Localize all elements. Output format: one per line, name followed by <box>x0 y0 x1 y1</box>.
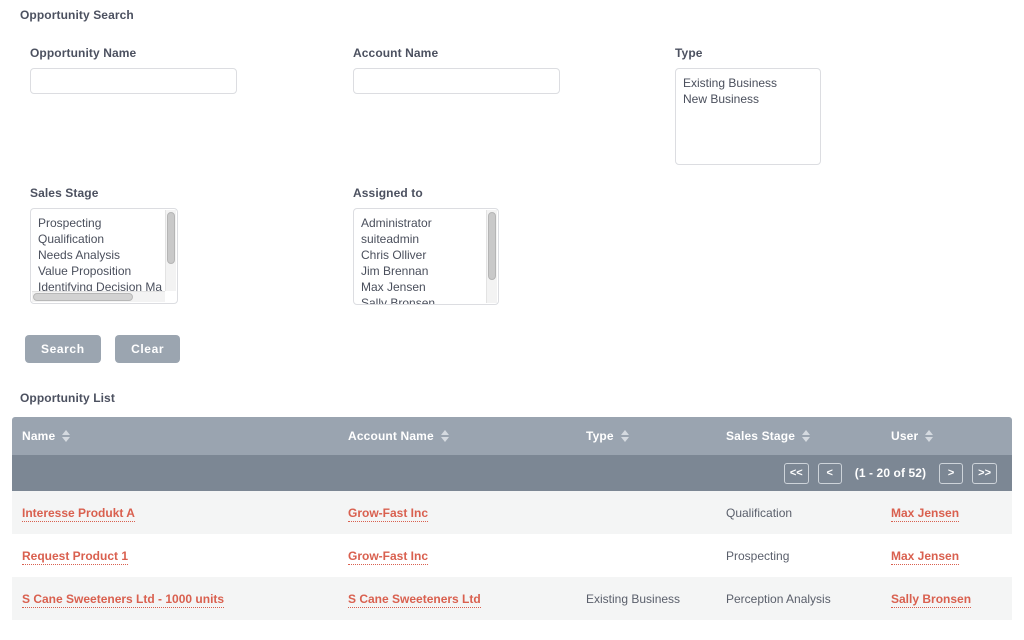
sort-updown-icon[interactable] <box>925 430 933 442</box>
type-label: Type <box>675 46 821 60</box>
field-opportunity-name: Opportunity Name <box>30 46 237 94</box>
opportunity-list-title: Opportunity List <box>20 391 115 405</box>
cell-user: Sally Bronsen <box>891 592 1001 606</box>
opportunity-name-link[interactable]: Interesse Produkt A <box>22 506 135 522</box>
cell-user: Max Jensen <box>891 549 1001 563</box>
assigned-to-option[interactable]: Administrator <box>361 215 486 231</box>
type-option[interactable]: Existing Business <box>683 75 820 91</box>
scrollbar-thumb[interactable] <box>488 212 496 280</box>
assigned-to-option[interactable]: Chris Olliver <box>361 247 486 263</box>
pagination-bar: << < (1 - 20 of 52) > >> <box>12 455 1012 491</box>
column-header-user[interactable]: User <box>891 429 1001 443</box>
assigned-to-vertical-scrollbar[interactable] <box>486 210 497 303</box>
sort-updown-icon[interactable] <box>802 430 810 442</box>
sales-stage-option[interactable]: Needs Analysis <box>38 247 165 263</box>
table-row[interactable]: Interesse Produkt A Grow-Fast Inc Qualif… <box>12 491 1012 534</box>
column-header-label: User <box>891 429 918 443</box>
sales-stage-vertical-scrollbar[interactable] <box>165 210 176 291</box>
search-form-actions: Search Clear <box>25 335 190 363</box>
sales-stage-option[interactable]: Prospecting <box>38 215 165 231</box>
account-name-link[interactable]: S Cane Sweeteners Ltd <box>348 592 481 608</box>
user-link[interactable]: Sally Bronsen <box>891 592 971 608</box>
cell-sales-stage: Prospecting <box>726 549 891 563</box>
cell-account-name: Grow-Fast Inc <box>348 549 586 563</box>
type-listbox[interactable]: Existing Business New Business <box>675 68 821 165</box>
cell-account-name: S Cane Sweeteners Ltd <box>348 592 586 606</box>
assigned-to-option[interactable]: suiteadmin <box>361 231 486 247</box>
last-page-button[interactable]: >> <box>972 463 997 484</box>
cell-name: S Cane Sweeteners Ltd - 1000 units <box>12 592 348 606</box>
user-link[interactable]: Max Jensen <box>891 506 959 522</box>
opportunity-list-table: Name Account Name Type Sales Stage User <box>12 417 1012 640</box>
type-option[interactable]: New Business <box>683 91 820 107</box>
column-header-label: Account Name <box>348 429 434 443</box>
assigned-to-option[interactable]: Sally Bronsen <box>361 295 486 304</box>
column-header-type[interactable]: Type <box>586 429 726 443</box>
column-header-label: Sales Stage <box>726 429 795 443</box>
column-header-account-name[interactable]: Account Name <box>348 429 586 443</box>
column-header-name[interactable]: Name <box>12 429 348 443</box>
cell-name: Request Product 1 <box>12 549 348 563</box>
account-name-label: Account Name <box>353 46 560 60</box>
sales-stage-option[interactable]: Value Proposition <box>38 263 165 279</box>
table-row[interactable]: S Cane Sweeteners Ltd - 1000 units S Can… <box>12 577 1012 620</box>
sales-stage-horizontal-scrollbar[interactable] <box>32 291 165 302</box>
cell-user: Max Jensen <box>891 506 1001 520</box>
cell-sales-stage: Qualification <box>726 506 891 520</box>
account-name-input[interactable] <box>353 68 560 94</box>
sort-updown-icon[interactable] <box>62 430 70 442</box>
table-row[interactable]: Request Product 1 Grow-Fast Inc Prospect… <box>12 534 1012 577</box>
opportunity-name-label: Opportunity Name <box>30 46 237 60</box>
field-type: Type Existing Business New Business <box>675 46 821 165</box>
cell-sales-stage: Perception Analysis <box>726 592 891 606</box>
column-header-sales-stage[interactable]: Sales Stage <box>726 429 891 443</box>
opportunity-name-input[interactable] <box>30 68 237 94</box>
cell-type: Existing Business <box>586 592 726 606</box>
field-sales-stage: Sales Stage Prospecting Qualification Ne… <box>30 186 178 304</box>
sales-stage-option[interactable]: Qualification <box>38 231 165 247</box>
assigned-to-label: Assigned to <box>353 186 499 200</box>
first-page-button[interactable]: << <box>784 463 809 484</box>
opportunity-name-link[interactable]: S Cane Sweeteners Ltd - 1000 units <box>22 592 224 608</box>
previous-page-button[interactable]: < <box>818 463 842 484</box>
assigned-to-listbox[interactable]: Administrator suiteadmin Chris Olliver J… <box>353 208 499 305</box>
account-name-link[interactable]: Grow-Fast Inc <box>348 506 428 522</box>
scrollbar-thumb[interactable] <box>167 212 175 264</box>
field-account-name: Account Name <box>353 46 560 94</box>
assigned-to-option[interactable]: Max Jensen <box>361 279 486 295</box>
account-name-link[interactable]: Grow-Fast Inc <box>348 549 428 565</box>
next-page-button[interactable]: > <box>939 463 963 484</box>
field-assigned-to: Assigned to Administrator suiteadmin Chr… <box>353 186 499 305</box>
clear-button[interactable]: Clear <box>115 335 180 363</box>
opportunity-name-link[interactable]: Request Product 1 <box>22 549 128 565</box>
user-link[interactable]: Max Jensen <box>891 549 959 565</box>
assigned-to-option[interactable]: Jim Brennan <box>361 263 486 279</box>
opportunity-search-title: Opportunity Search <box>20 8 134 22</box>
table-header-row: Name Account Name Type Sales Stage User <box>12 417 1012 455</box>
sales-stage-label: Sales Stage <box>30 186 178 200</box>
search-button[interactable]: Search <box>25 335 101 363</box>
column-header-label: Type <box>586 429 614 443</box>
cell-account-name: Grow-Fast Inc <box>348 506 586 520</box>
opportunity-search-page: Opportunity Search Opportunity Name Acco… <box>0 0 1024 640</box>
scrollbar-thumb[interactable] <box>33 293 133 301</box>
sort-updown-icon[interactable] <box>441 430 449 442</box>
sort-updown-icon[interactable] <box>621 430 629 442</box>
pagination-count: (1 - 20 of 52) <box>851 466 930 480</box>
column-header-label: Name <box>22 429 55 443</box>
sales-stage-listbox[interactable]: Prospecting Qualification Needs Analysis… <box>30 208 178 304</box>
sales-stage-option[interactable]: Identifying Decision Ma <box>38 279 165 291</box>
cell-name: Interesse Produkt A <box>12 506 348 520</box>
table-row[interactable] <box>12 620 1012 640</box>
